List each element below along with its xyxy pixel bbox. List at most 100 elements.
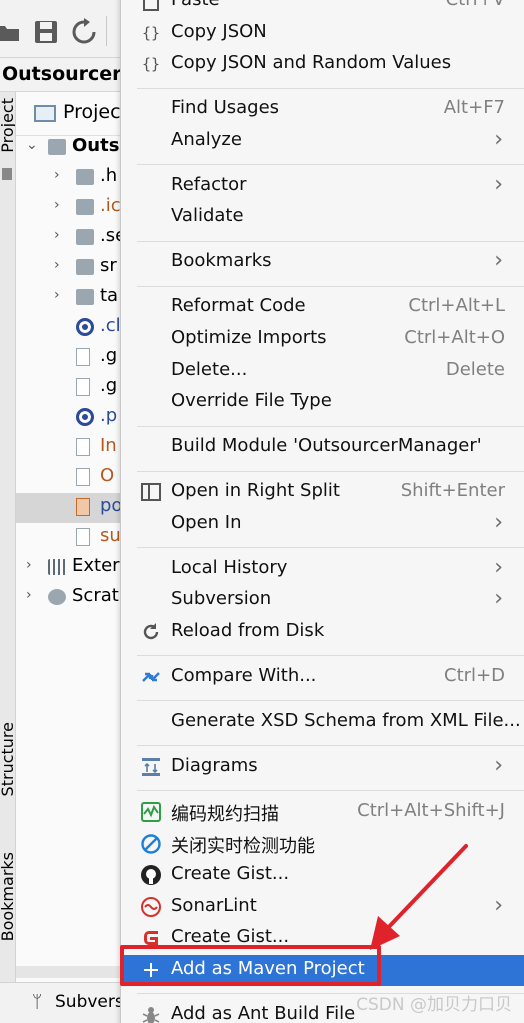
menu-item-find-usages[interactable]: Find Usages Alt+F7 — [121, 94, 524, 125]
menu-item-reload-from-disk[interactable]: Reload from Disk — [121, 617, 524, 648]
tree-item-label: su — [100, 525, 121, 546]
tree-item[interactable]: .cl — [16, 313, 130, 343]
menu-item-copy-json[interactable]: {} Copy JSON — [121, 18, 524, 49]
expand-arrow-icon[interactable]: › — [26, 557, 32, 573]
menu-item-bookmarks[interactable]: Bookmarks › — [121, 247, 524, 278]
menu-item-validate[interactable]: Validate — [121, 202, 524, 233]
menu-item-label: Reload from Disk — [171, 620, 325, 641]
menu-item-label: Find Usages — [171, 97, 280, 119]
menu-item-reformat-code[interactable]: Reformat Code Ctrl+Alt+L — [121, 292, 524, 323]
menu-item-copy-json-and-random-values[interactable]: {} Copy JSON and Random Values — [121, 49, 524, 80]
project-tool-tab[interactable]: Project — [0, 98, 15, 153]
menu-item-generate-xsd-schema-from-xml-file[interactable]: Generate XSD Schema from XML File... — [121, 707, 524, 738]
tree-item[interactable]: O — [16, 463, 130, 493]
tree-item[interactable]: ⌄ Outs — [16, 133, 130, 163]
expand-arrow-icon[interactable]: › — [54, 167, 60, 183]
tree-item[interactable]: su — [16, 523, 130, 553]
tree-item-label: .cl — [100, 315, 121, 336]
expand-arrow-icon[interactable]: › — [54, 287, 60, 303]
tree-item-label: O — [100, 465, 115, 486]
menu-item-label: Create Gist... — [171, 863, 290, 885]
menu-item-label: Diagrams — [171, 755, 258, 776]
menu-item-code-scan[interactable]: 编码规约扫描 Ctrl+Alt+Shift+J — [121, 797, 524, 828]
tree-item[interactable]: .p — [16, 403, 130, 433]
menu-item-diagrams[interactable]: Diagrams › — [121, 752, 524, 783]
tree-item-label: In — [100, 435, 117, 456]
menu-item-delete[interactable]: Delete... Delete — [121, 356, 524, 387]
menu-item-create-gist-gitee[interactable]: Create Gist... — [121, 923, 524, 954]
tree-item-label: .g — [100, 375, 118, 396]
expand-arrow-icon[interactable]: › — [54, 257, 60, 273]
compare-icon — [140, 666, 162, 688]
expand-arrow-icon[interactable]: › — [26, 587, 32, 603]
tree-item[interactable]: .g — [16, 373, 130, 403]
menu-item-add-as-maven-project[interactable]: Add as Maven Project — [121, 955, 524, 986]
module-folder-icon — [48, 139, 66, 155]
menu-item-add-as-ant-build-file[interactable]: Add as Ant Build File — [121, 1000, 524, 1023]
project-tool-window: Project ⌄ Outs › .h › .ic › .se › sr › ta .cl .g .g .p I… — [16, 92, 130, 982]
menu-separator — [137, 790, 524, 792]
tree-item[interactable]: › .ic — [16, 193, 130, 223]
horizontal-scrollbar[interactable] — [16, 966, 130, 978]
vcs-branch-icon: ᛘ — [32, 992, 43, 1012]
paste-icon — [140, 0, 162, 12]
libraries-icon — [48, 559, 66, 575]
menu-item-label: Paste — [171, 0, 220, 10]
menu-item-build-module-outsourcermanager[interactable]: Build Module 'OutsourcerManager' — [121, 432, 524, 463]
submenu-arrow-icon: › — [494, 509, 503, 535]
sync-icon[interactable] — [70, 18, 98, 46]
tree-item[interactable]: › Scrat — [16, 583, 130, 613]
tree-item[interactable]: › Exter — [16, 553, 130, 583]
tree-item[interactable]: › sr — [16, 253, 130, 283]
menu-item-shortcut: Ctrl+Alt+Shift+J — [357, 800, 505, 821]
menu-item-sonarlint[interactable]: SonarLint › — [121, 892, 524, 923]
menu-item-create-gist-github[interactable]: Create Gist... — [121, 860, 524, 891]
menu-item-disable-realtime-check[interactable]: 关闭实时检测功能 — [121, 829, 524, 860]
menu-item-override-file-type[interactable]: Override File Type — [121, 387, 524, 418]
menu-item-label: Local History — [171, 556, 288, 578]
tree-item[interactable]: po — [16, 493, 130, 523]
menu-item-compare-with[interactable]: Compare With... Ctrl+D — [121, 662, 524, 693]
tree-item[interactable]: › .se — [16, 223, 130, 253]
ant-icon — [140, 1004, 162, 1023]
tree-item[interactable]: .g — [16, 343, 130, 373]
menu-item-label: Subversion — [171, 588, 272, 610]
expand-arrow-icon[interactable]: › — [54, 227, 60, 243]
svg-text:{}: {} — [142, 55, 160, 73]
subversion-tool-tab[interactable]: Subversi — [55, 992, 128, 1012]
menu-item-optimize-imports[interactable]: Optimize Imports Ctrl+Alt+O — [121, 324, 524, 355]
collapse-arrow-icon[interactable]: ⌄ — [26, 137, 38, 153]
main-toolbar — [0, 0, 130, 58]
gitee-icon — [140, 927, 162, 949]
menu-separator — [137, 285, 524, 287]
structure-tool-tab[interactable]: Structure — [0, 722, 15, 796]
menu-item-analyze[interactable]: Analyze › — [121, 126, 524, 157]
menu-separator — [137, 240, 524, 242]
menu-item-shortcut: Alt+F7 — [443, 97, 505, 119]
menu-item-label: Bookmarks — [171, 250, 272, 272]
menu-item-local-history[interactable]: Local History › — [121, 554, 524, 585]
menu-item-open-in-right-split[interactable]: Open in Right Split Shift+Enter — [121, 477, 524, 508]
project-panel-title[interactable]: Project — [63, 101, 128, 123]
menu-item-label: Optimize Imports — [171, 327, 327, 348]
menu-item-paste[interactable]: Paste Ctrl+V — [121, 0, 524, 17]
menu-item-refactor[interactable]: Refactor › — [121, 171, 524, 202]
tool-window-marker — [2, 168, 12, 180]
menu-item-shortcut: Ctrl+D — [444, 665, 505, 686]
menu-item-open-in[interactable]: Open In › — [121, 509, 524, 540]
menu-item-label: Create Gist... — [171, 926, 290, 948]
menu-item-label: Validate — [171, 205, 244, 227]
menu-item-shortcut: Shift+Enter — [400, 480, 505, 502]
save-icon[interactable] — [32, 18, 60, 46]
folder-icon — [76, 169, 94, 185]
bookmarks-tool-tab[interactable]: Bookmarks — [0, 852, 15, 941]
menu-item-subversion[interactable]: Subversion › — [121, 585, 524, 616]
sonarlint-icon — [140, 896, 162, 918]
expand-arrow-icon[interactable]: › — [54, 197, 60, 213]
tree-item[interactable]: › .h — [16, 163, 130, 193]
open-folder-icon[interactable] — [0, 18, 22, 46]
menu-item-shortcut: Ctrl+Alt+O — [404, 327, 505, 348]
submenu-arrow-icon: › — [494, 586, 503, 612]
tree-item[interactable]: › ta — [16, 283, 130, 313]
tree-item[interactable]: In — [16, 433, 130, 463]
